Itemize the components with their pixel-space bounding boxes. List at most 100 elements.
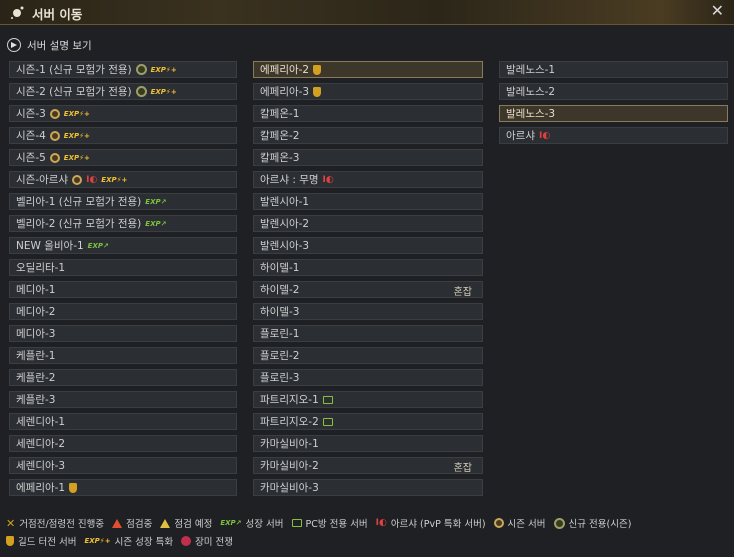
- server-row[interactable]: 하이델-2 혼잡: [253, 281, 483, 298]
- server-description-label: 서버 설명 보기: [27, 39, 92, 52]
- maintenance-scheduled-icon: [160, 518, 171, 528]
- server-row[interactable]: 벨리아-2 (신규 모험가 전용) EXP↗: [9, 215, 237, 232]
- season-server-icon: [72, 174, 83, 185]
- legend-item: PC방 전용 서버: [291, 516, 368, 530]
- server-name: 칼페온-2: [260, 130, 300, 142]
- legend-item: I◐ 아르샤 (PvP 특화 서버): [376, 516, 486, 530]
- server-row[interactable]: 파트리지오-2: [253, 413, 483, 430]
- server-row[interactable]: 칼페온-2: [253, 127, 483, 144]
- server-row[interactable]: 발레노스-1: [499, 61, 728, 78]
- server-row[interactable]: 발렌시아-3: [253, 237, 483, 254]
- server-name: 에페리아-3: [260, 86, 310, 98]
- server-name: 발레노스-2: [506, 86, 556, 98]
- server-name: 발렌시아-1: [260, 196, 310, 208]
- server-name: 아르샤: [506, 130, 535, 142]
- server-name: 발렌시아-3: [260, 240, 310, 252]
- emblem-icon: [11, 6, 24, 19]
- season-server-icon: [493, 518, 504, 528]
- server-row[interactable]: 플로린-2: [253, 347, 483, 364]
- arrow-right-icon: [7, 38, 21, 52]
- server-name: 세렌디아-1: [16, 416, 66, 428]
- season-growth-icon: EXP⚡+: [63, 131, 90, 140]
- server-row[interactable]: 시즌-5 EXP⚡+: [9, 149, 237, 166]
- server-row[interactable]: 메디아-2: [9, 303, 237, 320]
- server-name: 시즌-3: [16, 108, 46, 120]
- growth-server-icon: EXP↗: [145, 197, 167, 206]
- server-name: 에페리아-2: [260, 64, 310, 76]
- server-name: 아르샤 : 무명: [260, 174, 319, 186]
- server-move-window: 서버 이동 ✕ 서버 설명 보기 시즌-1 (신규 모험가 전용) EXP⚡+ 시즌…: [0, 0, 734, 557]
- server-row[interactable]: 발레노스-3: [499, 105, 728, 122]
- server-row[interactable]: 아르샤 I◐: [499, 127, 728, 144]
- server-row[interactable]: 플로린-3: [253, 369, 483, 386]
- season-growth-icon: EXP⚡+: [84, 537, 111, 545]
- server-row[interactable]: 하이델-3: [253, 303, 483, 320]
- legend-line-2: 길드 터전 서버 EXP⚡+ 시즌 성장 특화 장미 전쟁: [6, 532, 730, 550]
- server-row[interactable]: 에페리아-2: [253, 61, 483, 78]
- server-row[interactable]: 세렌디아-3: [9, 457, 237, 474]
- legend-item: 길드 터전 서버: [6, 534, 76, 548]
- legend-label: 점검중: [126, 519, 153, 530]
- server-column-2: 에페리아-2 에페리아-3 칼페온-1 칼페온-2 칼페온-3 아르샤 : 무명 I◐ 발렌시…: [253, 61, 483, 501]
- server-row[interactable]: 카마실비아-1: [253, 435, 483, 452]
- server-name: 시즌-4: [16, 130, 46, 142]
- server-row[interactable]: 파트리지오-1: [253, 391, 483, 408]
- server-row[interactable]: 시즌-1 (신규 모험가 전용) EXP⚡+: [9, 61, 237, 78]
- server-row[interactable]: 벨리아-1 (신규 모험가 전용) EXP↗: [9, 193, 237, 210]
- siege-war-icon: ✕: [6, 516, 16, 530]
- server-row[interactable]: 오딜리타-1: [9, 259, 237, 276]
- new-season-server-icon: [553, 517, 565, 529]
- server-row[interactable]: 아르샤 : 무명 I◐: [253, 171, 483, 188]
- server-row[interactable]: 세렌디아-1: [9, 413, 237, 430]
- server-name: 벨리아-1 (신규 모험가 전용): [16, 196, 142, 208]
- server-row[interactable]: 세렌디아-2: [9, 435, 237, 452]
- server-row[interactable]: 칼페온-1: [253, 105, 483, 122]
- server-row[interactable]: 시즌-2 (신규 모험가 전용) EXP⚡+: [9, 83, 237, 100]
- legend-label: 점검 예정: [174, 519, 213, 530]
- server-row[interactable]: 메디아-3: [9, 325, 237, 342]
- growth-server-icon: EXP↗: [220, 519, 242, 527]
- server-row[interactable]: 케플란-3: [9, 391, 237, 408]
- legend-item: 시즌 서버: [493, 516, 546, 530]
- server-name: 칼페온-1: [260, 108, 300, 120]
- server-row[interactable]: 칼페온-3: [253, 149, 483, 166]
- server-row[interactable]: 케플란-2: [9, 369, 237, 386]
- pvp-server-icon: I◐: [86, 174, 98, 185]
- server-row[interactable]: 시즌-3 EXP⚡+: [9, 105, 237, 122]
- server-row[interactable]: 에페리아-1: [9, 479, 237, 496]
- congestion-badge: 혼잡: [453, 463, 472, 474]
- server-row[interactable]: 하이델-1: [253, 259, 483, 276]
- legend-item: 장미 전쟁: [181, 534, 233, 548]
- server-row[interactable]: 메디아-1: [9, 281, 237, 298]
- server-name: 플로린-1: [260, 328, 300, 340]
- server-description-link[interactable]: 서버 설명 보기: [7, 37, 92, 53]
- pc-bang-icon: [291, 519, 302, 527]
- maintenance-icon: [112, 518, 123, 528]
- server-row[interactable]: 에페리아-3: [253, 83, 483, 100]
- server-name: 카마실비아-2: [260, 460, 319, 472]
- legend-item: EXP⚡+ 시즌 성장 특화: [84, 534, 173, 548]
- server-name: 발레노스-3: [506, 108, 556, 120]
- server-row[interactable]: 발레노스-2: [499, 83, 728, 100]
- server-row[interactable]: 시즌-4 EXP⚡+: [9, 127, 237, 144]
- server-name: 케플란-2: [16, 372, 56, 384]
- server-name: 시즌-아르샤: [16, 174, 69, 186]
- server-row[interactable]: NEW 올비아-1 EXP↗: [9, 237, 237, 254]
- guild-server-icon: [69, 482, 78, 493]
- server-row[interactable]: 발렌시아-2: [253, 215, 483, 232]
- pvp-server-icon: I◐: [538, 130, 551, 141]
- server-row[interactable]: 플로린-1: [253, 325, 483, 342]
- legend-label: 아르샤 (PvP 특화 서버): [390, 519, 486, 530]
- legend-item: 점검 예정: [160, 516, 212, 530]
- legend-label: 신규 전용(시즌): [568, 519, 632, 530]
- server-row[interactable]: 발렌시아-1: [253, 193, 483, 210]
- close-icon[interactable]: ✕: [711, 3, 724, 19]
- server-row[interactable]: 카마실비아-3: [253, 479, 483, 496]
- legend-item: 점검중: [112, 516, 152, 530]
- legend-label: PC방 전용 서버: [305, 519, 368, 530]
- server-row[interactable]: 시즌-아르샤 I◐ EXP⚡+: [9, 171, 237, 188]
- server-row[interactable]: 케플란-1: [9, 347, 237, 364]
- season-growth-icon: EXP⚡+: [63, 109, 90, 118]
- legend-label: 장미 전쟁: [195, 537, 234, 548]
- server-row[interactable]: 카마실비아-2 혼잡: [253, 457, 483, 474]
